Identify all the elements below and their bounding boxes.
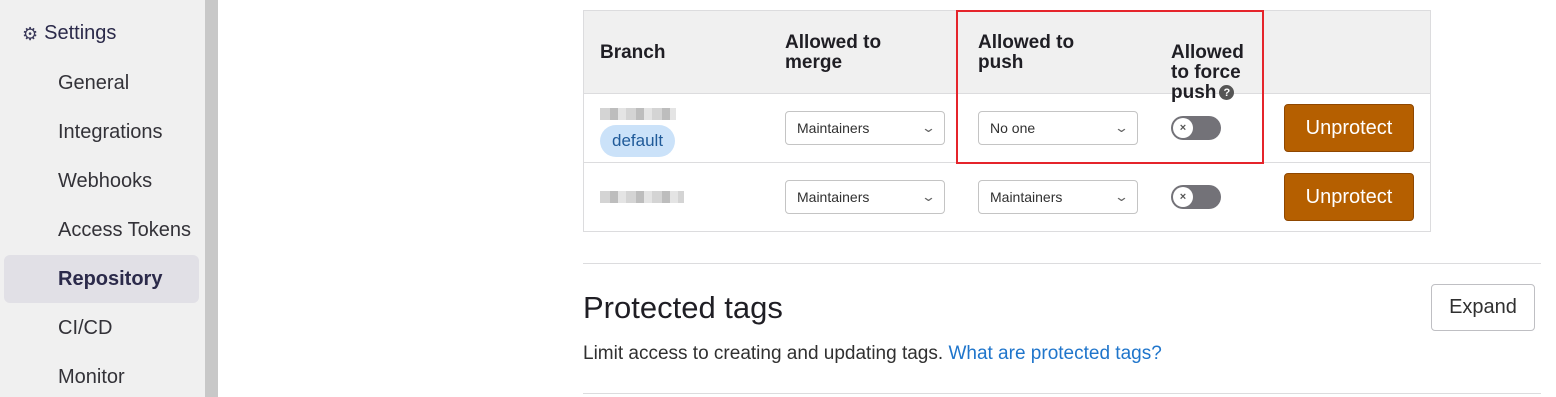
protected-branches-table: Branch Allowed to merge Allowed to push … <box>583 10 1431 232</box>
header-allowed-to-merge: Allowed to merge <box>785 32 882 73</box>
settings-label: Settings <box>44 22 117 44</box>
table-header: Branch Allowed to merge Allowed to push … <box>584 11 1430 103</box>
force-push-toggle[interactable]: × <box>1171 185 1221 209</box>
sidebar-item-monitor[interactable]: Monitor <box>4 353 199 397</box>
chevron-down-icon: ⌄ <box>920 120 937 135</box>
protected-tags-help-link[interactable]: What are protected tags? <box>948 343 1161 364</box>
header-allowed-to-push: Allowed to push <box>978 32 1075 73</box>
sidebar-item-webhooks[interactable]: Webhooks <box>4 157 199 205</box>
sidebar-item-repository[interactable]: Repository <box>4 255 199 303</box>
section-divider <box>583 393 1541 394</box>
push-access-value: No one <box>990 120 1036 136</box>
merge-access-dropdown[interactable]: Maintainers ⌄ <box>785 180 945 214</box>
section-divider <box>583 263 1541 264</box>
merge-access-dropdown[interactable]: Maintainers ⌄ <box>785 111 945 145</box>
header-branch: Branch <box>600 42 666 63</box>
protected-tags-description-text: Limit access to creating and updating ta… <box>583 343 944 364</box>
branch-name-redacted <box>600 191 684 203</box>
branch-name-redacted <box>600 108 676 120</box>
unprotect-button[interactable]: Unprotect <box>1284 173 1414 221</box>
chevron-down-icon: ⌄ <box>1113 189 1130 204</box>
protected-tags-description: Limit access to creating and updating ta… <box>583 343 1162 365</box>
push-access-value: Maintainers <box>990 189 1063 205</box>
chevron-down-icon: ⌄ <box>920 189 937 204</box>
table-row: Maintainers ⌄ Maintainers ⌄ × Unprotect <box>584 163 1430 232</box>
push-access-dropdown[interactable]: No one ⌄ <box>978 111 1138 145</box>
sidebar-item-integrations[interactable]: Integrations <box>4 108 199 156</box>
merge-access-value: Maintainers <box>797 189 870 205</box>
gear-icon: ⚙ <box>22 23 39 44</box>
force-push-toggle[interactable]: × <box>1171 116 1221 140</box>
close-icon: × <box>1173 118 1193 138</box>
sidebar-item-cicd[interactable]: CI/CD <box>4 304 199 352</box>
sidebar-item-general[interactable]: General <box>4 59 199 107</box>
chevron-down-icon: ⌄ <box>1113 120 1130 135</box>
table-row: default Maintainers ⌄ No one ⌄ × Unprote… <box>584 94 1430 163</box>
unprotect-button[interactable]: Unprotect <box>1284 104 1414 152</box>
merge-access-value: Maintainers <box>797 120 870 136</box>
sidebar: ⚙ Settings General Integrations Webhooks… <box>0 0 205 397</box>
close-icon: × <box>1173 187 1193 207</box>
push-access-dropdown[interactable]: Maintainers ⌄ <box>978 180 1138 214</box>
sidebar-item-access-tokens[interactable]: Access Tokens <box>4 206 199 254</box>
sidebar-scrollbar[interactable] <box>205 0 218 397</box>
default-badge: default <box>600 125 676 157</box>
expand-button[interactable]: Expand <box>1431 284 1535 331</box>
protected-tags-title: Protected tags <box>583 290 783 325</box>
header-allowed-to-force-push: Allowed to force push? <box>1171 23 1244 103</box>
settings-header[interactable]: ⚙ Settings <box>22 22 116 45</box>
